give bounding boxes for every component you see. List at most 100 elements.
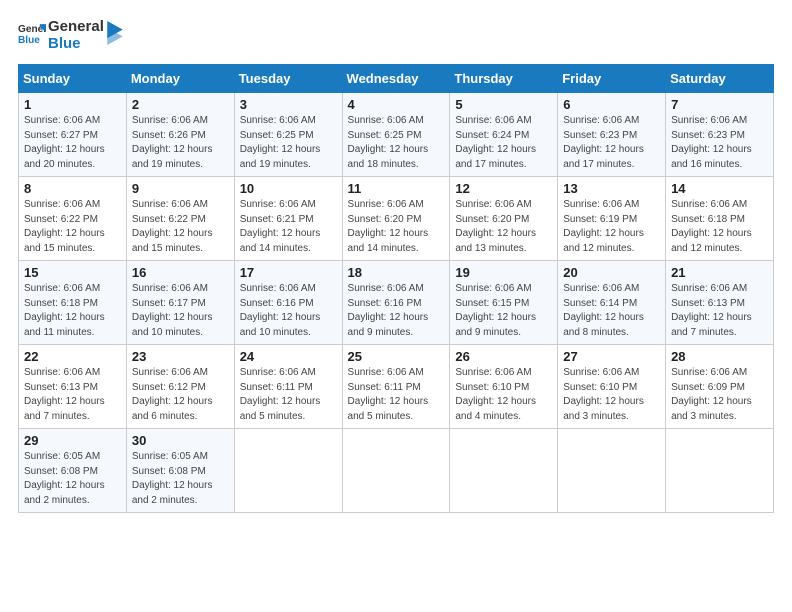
day-number: 19 (455, 265, 552, 280)
calendar-cell (666, 429, 774, 513)
calendar-cell: 5 Sunrise: 6:06 AM Sunset: 6:24 PM Daylig… (450, 93, 558, 177)
day-info: Sunrise: 6:06 AM Sunset: 6:18 PM Dayligh… (24, 282, 121, 340)
day-info: Sunrise: 6:06 AM Sunset: 6:10 PM Dayligh… (563, 366, 660, 424)
calendar-cell: 19 Sunrise: 6:06 AM Sunset: 6:15 PM Dayli… (450, 261, 558, 345)
day-number: 28 (671, 349, 768, 364)
day-number: 16 (132, 265, 229, 280)
header-cell-monday: Monday (126, 65, 234, 93)
calendar-cell: 14 Sunrise: 6:06 AM Sunset: 6:18 PM Dayli… (666, 177, 774, 261)
day-number: 5 (455, 97, 552, 112)
day-info: Sunrise: 6:06 AM Sunset: 6:16 PM Dayligh… (240, 282, 337, 340)
calendar-cell: 15 Sunrise: 6:06 AM Sunset: 6:18 PM Dayli… (19, 261, 127, 345)
day-info: Sunrise: 6:06 AM Sunset: 6:22 PM Dayligh… (24, 198, 121, 256)
day-info: Sunrise: 6:06 AM Sunset: 6:15 PM Dayligh… (455, 282, 552, 340)
calendar-table: SundayMondayTuesdayWednesdayThursdayFrid… (18, 64, 774, 513)
logo-general: General (48, 18, 104, 35)
calendar-cell: 22 Sunrise: 6:06 AM Sunset: 6:13 PM Dayli… (19, 345, 127, 429)
logo-icon: General Blue (18, 21, 46, 49)
calendar-week-row: 15 Sunrise: 6:06 AM Sunset: 6:18 PM Dayli… (19, 261, 774, 345)
calendar-cell: 11 Sunrise: 6:06 AM Sunset: 6:20 PM Dayli… (342, 177, 450, 261)
calendar-cell: 29 Sunrise: 6:05 AM Sunset: 6:08 PM Dayli… (19, 429, 127, 513)
calendar-cell: 20Sunrise: 6:06 AM Sunset: 6:14 PM Dayli… (558, 261, 666, 345)
calendar-cell: 27Sunrise: 6:06 AM Sunset: 6:10 PM Dayli… (558, 345, 666, 429)
calendar-cell: 24Sunrise: 6:06 AM Sunset: 6:11 PM Dayli… (234, 345, 342, 429)
day-info: Sunrise: 6:06 AM Sunset: 6:11 PM Dayligh… (240, 366, 337, 424)
day-number: 12 (455, 181, 552, 196)
day-info: Sunrise: 6:06 AM Sunset: 6:18 PM Dayligh… (671, 198, 768, 256)
calendar-cell: 28 Sunrise: 6:06 AM Sunset: 6:09 PM Dayli… (666, 345, 774, 429)
day-info: Sunrise: 6:06 AM Sunset: 6:25 PM Dayligh… (240, 114, 337, 172)
calendar-cell: 3Sunrise: 6:06 AM Sunset: 6:25 PM Daylig… (234, 93, 342, 177)
day-info: Sunrise: 6:05 AM Sunset: 6:08 PM Dayligh… (132, 450, 229, 508)
header-cell-thursday: Thursday (450, 65, 558, 93)
page: General Blue General Blue SundayMondayTu… (0, 0, 792, 523)
calendar-cell: 9 Sunrise: 6:06 AM Sunset: 6:22 PM Daylig… (126, 177, 234, 261)
day-info: Sunrise: 6:06 AM Sunset: 6:12 PM Dayligh… (132, 366, 229, 424)
calendar-cell: 26 Sunrise: 6:06 AM Sunset: 6:10 PM Dayli… (450, 345, 558, 429)
day-info: Sunrise: 6:06 AM Sunset: 6:19 PM Dayligh… (563, 198, 660, 256)
day-info: Sunrise: 6:06 AM Sunset: 6:25 PM Dayligh… (348, 114, 445, 172)
day-number: 8 (24, 181, 121, 196)
calendar-cell: 13 Sunrise: 6:06 AM Sunset: 6:19 PM Dayli… (558, 177, 666, 261)
logo-blue: Blue (48, 35, 104, 52)
day-info: Sunrise: 6:06 AM Sunset: 6:10 PM Dayligh… (455, 366, 552, 424)
day-info: Sunrise: 6:06 AM Sunset: 6:11 PM Dayligh… (348, 366, 445, 424)
day-number: 30 (132, 433, 229, 448)
day-number: 14 (671, 181, 768, 196)
calendar-cell: 7 Sunrise: 6:06 AM Sunset: 6:23 PM Daylig… (666, 93, 774, 177)
calendar-body: 1 Sunrise: 6:06 AM Sunset: 6:27 PM Daylig… (19, 93, 774, 513)
day-info: Sunrise: 6:06 AM Sunset: 6:27 PM Dayligh… (24, 114, 121, 172)
logo-arrow-icon (106, 21, 124, 45)
day-number: 18 (348, 265, 445, 280)
day-info: Sunrise: 6:06 AM Sunset: 6:23 PM Dayligh… (671, 114, 768, 172)
calendar-cell: 8 Sunrise: 6:06 AM Sunset: 6:22 PM Daylig… (19, 177, 127, 261)
calendar-header-row: SundayMondayTuesdayWednesdayThursdayFrid… (19, 65, 774, 93)
calendar-cell: 1 Sunrise: 6:06 AM Sunset: 6:27 PM Daylig… (19, 93, 127, 177)
day-info: Sunrise: 6:06 AM Sunset: 6:20 PM Dayligh… (455, 198, 552, 256)
day-number: 13 (563, 181, 660, 196)
day-number: 17 (240, 265, 337, 280)
day-number: 2 (132, 97, 229, 112)
calendar-cell (342, 429, 450, 513)
calendar-cell: 23Sunrise: 6:06 AM Sunset: 6:12 PM Dayli… (126, 345, 234, 429)
day-info: Sunrise: 6:06 AM Sunset: 6:24 PM Dayligh… (455, 114, 552, 172)
header-cell-wednesday: Wednesday (342, 65, 450, 93)
calendar-cell: 6Sunrise: 6:06 AM Sunset: 6:23 PM Daylig… (558, 93, 666, 177)
day-info: Sunrise: 6:06 AM Sunset: 6:20 PM Dayligh… (348, 198, 445, 256)
header-cell-friday: Friday (558, 65, 666, 93)
day-number: 7 (671, 97, 768, 112)
calendar-cell: 2 Sunrise: 6:06 AM Sunset: 6:26 PM Daylig… (126, 93, 234, 177)
header-cell-sunday: Sunday (19, 65, 127, 93)
day-info: Sunrise: 6:06 AM Sunset: 6:21 PM Dayligh… (240, 198, 337, 256)
day-number: 11 (348, 181, 445, 196)
day-number: 4 (348, 97, 445, 112)
calendar-cell (450, 429, 558, 513)
calendar-cell (558, 429, 666, 513)
day-info: Sunrise: 6:06 AM Sunset: 6:17 PM Dayligh… (132, 282, 229, 340)
day-info: Sunrise: 6:06 AM Sunset: 6:22 PM Dayligh… (132, 198, 229, 256)
day-number: 10 (240, 181, 337, 196)
header-cell-tuesday: Tuesday (234, 65, 342, 93)
day-number: 22 (24, 349, 121, 364)
calendar-week-row: 29 Sunrise: 6:05 AM Sunset: 6:08 PM Dayli… (19, 429, 774, 513)
calendar-cell: 17 Sunrise: 6:06 AM Sunset: 6:16 PM Dayli… (234, 261, 342, 345)
day-info: Sunrise: 6:06 AM Sunset: 6:23 PM Dayligh… (563, 114, 660, 172)
day-number: 15 (24, 265, 121, 280)
calendar-cell: 16 Sunrise: 6:06 AM Sunset: 6:17 PM Dayli… (126, 261, 234, 345)
day-number: 29 (24, 433, 121, 448)
day-number: 26 (455, 349, 552, 364)
day-info: Sunrise: 6:06 AM Sunset: 6:13 PM Dayligh… (24, 366, 121, 424)
day-info: Sunrise: 6:06 AM Sunset: 6:16 PM Dayligh… (348, 282, 445, 340)
svg-text:Blue: Blue (18, 35, 40, 46)
header: General Blue General Blue (18, 18, 774, 52)
day-info: Sunrise: 6:06 AM Sunset: 6:26 PM Dayligh… (132, 114, 229, 172)
day-number: 1 (24, 97, 121, 112)
day-number: 9 (132, 181, 229, 196)
calendar-cell: 25Sunrise: 6:06 AM Sunset: 6:11 PM Dayli… (342, 345, 450, 429)
calendar-week-row: 8 Sunrise: 6:06 AM Sunset: 6:22 PM Daylig… (19, 177, 774, 261)
day-info: Sunrise: 6:06 AM Sunset: 6:14 PM Dayligh… (563, 282, 660, 340)
header-cell-saturday: Saturday (666, 65, 774, 93)
day-info: Sunrise: 6:05 AM Sunset: 6:08 PM Dayligh… (24, 450, 121, 508)
day-info: Sunrise: 6:06 AM Sunset: 6:09 PM Dayligh… (671, 366, 768, 424)
day-number: 21 (671, 265, 768, 280)
